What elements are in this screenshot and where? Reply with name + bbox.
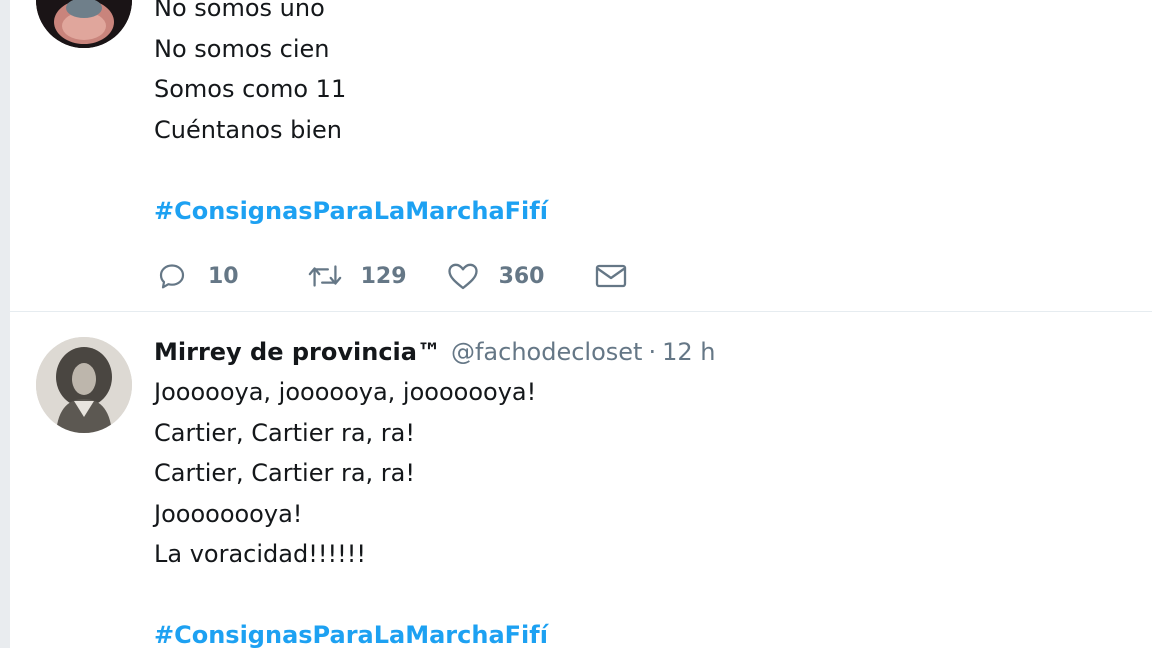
tweet-text-line: Joooooya, joooooya, jooooooya! — [154, 378, 537, 406]
tweet-text-line: Somos como 11 — [154, 75, 347, 103]
hashtag-link[interactable]: #ConsignasParaLaMarchaFifí — [154, 621, 548, 648]
tweet-header: Mirrey de provincia™ @fachodecloset · 12… — [154, 338, 1132, 372]
envelope-icon — [593, 258, 629, 294]
tweet[interactable]: Mirrey de provincia™ @fachodecloset · 12… — [10, 312, 1152, 648]
text-spacer — [154, 150, 1132, 191]
text-spacer — [154, 575, 1132, 616]
tweet-text-line: Cartier, Cartier ra, ra! — [154, 459, 415, 487]
direct-message-button[interactable] — [593, 258, 629, 294]
hashtag-link[interactable]: #ConsignasParaLaMarchaFifí — [154, 197, 548, 225]
heart-icon — [445, 258, 481, 294]
timeline-page: No somos uno No somos cien Somos como 11… — [0, 0, 1152, 648]
tweet-text-line: Cuéntanos bien — [154, 115, 342, 144]
tweet-actions: 10 129 360 — [154, 256, 629, 296]
tweet[interactable]: No somos uno No somos cien Somos como 11… — [10, 0, 1152, 311]
reply-count: 10 — [208, 263, 239, 289]
display-name[interactable]: Mirrey de provincia™ — [154, 338, 441, 366]
reply-button[interactable]: 10 — [154, 258, 239, 294]
user-handle[interactable]: @fachodecloset — [451, 338, 642, 366]
tweet-text-line: Joooooooya! — [154, 499, 303, 528]
tweet-hashtag-line: #ConsignasParaLaMarchaFifí — [154, 615, 1132, 648]
timestamp[interactable]: 12 h — [662, 338, 715, 366]
like-count: 360 — [498, 263, 545, 289]
retweet-button[interactable]: 129 — [307, 258, 407, 294]
tweet-text-line: La voracidad!!!!!! — [154, 540, 366, 568]
like-button[interactable]: 360 — [445, 258, 545, 294]
avatar[interactable] — [36, 337, 132, 433]
tweet-text-line: No somos uno — [154, 0, 325, 22]
retweet-count: 129 — [360, 263, 407, 289]
left-rail — [0, 0, 10, 648]
reply-icon — [154, 258, 190, 294]
retweet-icon — [307, 258, 343, 294]
tweet-text-line: Cartier, Cartier ra, ra! — [154, 418, 415, 447]
tweet-content: No somos uno No somos cien Somos como 11… — [154, 0, 1132, 231]
tweet-content: Mirrey de provincia™ @fachodecloset · 12… — [154, 338, 1132, 648]
tweet-hashtag-line: #ConsignasParaLaMarchaFifí — [154, 191, 1132, 232]
avatar[interactable] — [36, 0, 132, 48]
separator-dot: · — [648, 338, 657, 366]
tweet-text-line: No somos cien — [154, 34, 330, 63]
